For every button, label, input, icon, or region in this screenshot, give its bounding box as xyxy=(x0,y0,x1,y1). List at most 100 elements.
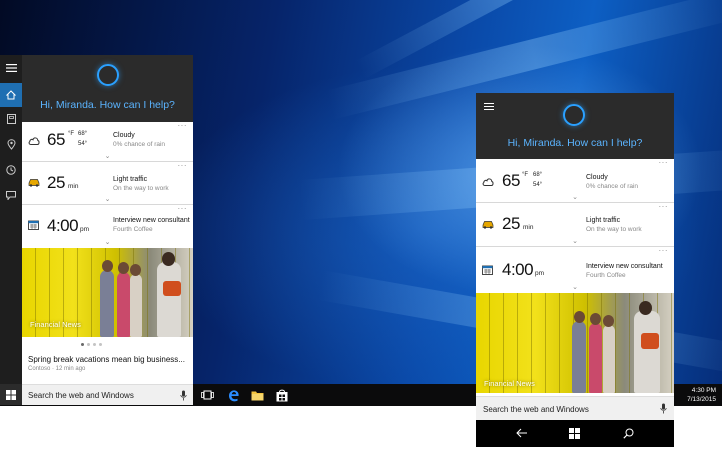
traffic-card[interactable]: ··· 25 min Light traffic On the way to w… xyxy=(476,203,674,247)
microphone-icon[interactable] xyxy=(180,390,187,401)
weather-card[interactable]: ··· 65 °F 68° 54° Cloudy 0% chance of ra… xyxy=(476,159,674,203)
calendar-icon xyxy=(28,220,39,230)
store-icon[interactable] xyxy=(275,388,289,402)
weather-detail: 0% chance of rain xyxy=(586,183,639,190)
microphone-icon[interactable] xyxy=(660,403,667,414)
search-box[interactable]: Search the web and Windows xyxy=(22,384,193,405)
chevron-down-icon[interactable]: ⌄ xyxy=(572,194,578,202)
pager-dot[interactable] xyxy=(87,343,90,346)
photo-person-head xyxy=(590,313,601,325)
more-options-icon[interactable]: ··· xyxy=(659,247,669,255)
cortana-nav-rail xyxy=(0,55,22,405)
search-icon[interactable] xyxy=(623,428,634,439)
photo-person xyxy=(572,321,586,393)
cortana-logo-icon[interactable] xyxy=(97,64,119,86)
meeting-title: Interview new consultant xyxy=(113,217,190,224)
phone-cortana-panel: Hi, Miranda. How can I help? ··· 65 °F 6… xyxy=(476,93,674,447)
phone-navigation-bar xyxy=(476,420,674,447)
traffic-title: Light traffic xyxy=(113,176,148,183)
desktop-cortana-panel: Hi, Miranda. How can I help? ··· 65 °F 6… xyxy=(22,55,193,405)
cortana-logo-icon[interactable] xyxy=(563,104,585,126)
traffic-title: Light traffic xyxy=(586,217,621,224)
windows-icon[interactable] xyxy=(569,428,580,439)
hamburger-icon[interactable] xyxy=(484,103,494,110)
pager-dot[interactable] xyxy=(81,343,84,346)
chevron-down-icon[interactable]: ⌄ xyxy=(105,239,111,247)
home-icon[interactable] xyxy=(0,83,22,107)
more-options-icon[interactable]: ··· xyxy=(659,203,669,211)
meeting-card[interactable]: ··· 4:00 pm Interview new consultant Fou… xyxy=(476,247,674,292)
meeting-time: 4:00 xyxy=(502,260,534,279)
more-options-icon[interactable]: ··· xyxy=(659,159,669,167)
meeting-card[interactable]: ··· 4:00 pm Interview new consultant Fou… xyxy=(22,205,193,247)
file-explorer-icon[interactable] xyxy=(250,388,264,402)
cortana-greeting: Hi, Miranda. How can I help? xyxy=(507,137,643,149)
search-box[interactable]: Search the web and Windows xyxy=(476,396,674,420)
cortana-header: Hi, Miranda. How can I help? xyxy=(22,55,193,122)
photo-person xyxy=(117,272,130,337)
more-options-icon[interactable]: ··· xyxy=(178,162,188,170)
cloud-icon xyxy=(482,178,494,186)
chevron-down-icon[interactable]: ⌄ xyxy=(105,153,111,161)
more-options-icon[interactable]: ··· xyxy=(178,122,188,130)
photo-person-head xyxy=(102,260,113,272)
pager-dot[interactable] xyxy=(99,343,102,346)
photo-person xyxy=(603,325,615,393)
search-input[interactable]: Search the web and Windows xyxy=(483,405,589,414)
photo-person-head xyxy=(162,252,175,266)
chevron-down-icon[interactable]: ⌄ xyxy=(105,196,111,204)
traffic-unit: min xyxy=(523,224,534,231)
photo-person xyxy=(634,311,660,393)
car-icon xyxy=(28,179,40,187)
photo-person xyxy=(589,323,602,393)
reminders-icon[interactable] xyxy=(0,159,22,181)
meeting-ampm: pm xyxy=(535,270,545,277)
more-options-icon[interactable]: ··· xyxy=(178,205,188,213)
clock-date: 7/13/2015 xyxy=(687,396,716,403)
traffic-minutes: 25 xyxy=(502,214,520,233)
pager-dot[interactable] xyxy=(93,343,96,346)
location-icon[interactable] xyxy=(0,133,22,155)
chevron-down-icon[interactable]: ⌄ xyxy=(572,238,578,246)
weather-low: 54° xyxy=(78,141,88,147)
weather-card[interactable]: ··· 65 °F 68° 54° Cloudy 0% chance of ra… xyxy=(22,122,193,162)
windows-start-icon[interactable] xyxy=(0,384,22,405)
photo-person-head xyxy=(603,315,614,327)
weather-high: 68° xyxy=(78,131,88,137)
meeting-detail: Fourth Coffee xyxy=(113,226,153,233)
meeting-ampm: pm xyxy=(80,226,90,233)
chevron-down-icon[interactable]: ⌄ xyxy=(572,284,578,292)
news-pager[interactable] xyxy=(81,343,102,346)
meeting-title: Interview new consultant xyxy=(586,263,663,270)
news-headline[interactable]: Spring break vacations mean big business… xyxy=(28,355,185,364)
car-icon xyxy=(482,221,494,229)
weather-condition: Cloudy xyxy=(113,132,135,139)
task-view-icon[interactable] xyxy=(200,388,214,402)
edge-icon[interactable] xyxy=(226,388,240,402)
news-photo[interactable]: Financial News xyxy=(476,293,674,393)
search-input[interactable]: Search the web and Windows xyxy=(28,391,134,400)
weather-unit: °F xyxy=(68,131,75,137)
photo-person xyxy=(157,262,181,337)
traffic-card[interactable]: ··· 25 min Light traffic On the way to w… xyxy=(22,162,193,205)
back-icon[interactable] xyxy=(516,428,528,438)
cortana-header: Hi, Miranda. How can I help? xyxy=(476,93,674,159)
meeting-detail: Fourth Coffee xyxy=(586,272,626,279)
taskbar-clock[interactable]: 4:30 PM 7/13/2015 xyxy=(687,386,716,404)
notebook-icon[interactable] xyxy=(0,108,22,130)
weather-detail: 0% chance of rain xyxy=(113,141,166,148)
photo-person-head xyxy=(574,311,585,323)
news-photo[interactable]: Financial News xyxy=(22,248,193,337)
feedback-icon[interactable] xyxy=(0,184,22,206)
weather-temp: 65 xyxy=(47,130,65,149)
news-category: Financial News xyxy=(30,320,81,329)
photo-person xyxy=(100,270,114,337)
weather-unit: °F xyxy=(522,172,529,178)
weather-low: 54° xyxy=(533,182,543,188)
hamburger-icon[interactable] xyxy=(0,57,22,79)
photo-person xyxy=(130,274,142,337)
weather-condition: Cloudy xyxy=(586,174,608,181)
meeting-time: 4:00 xyxy=(47,216,79,235)
weather-high: 68° xyxy=(533,172,543,178)
traffic-unit: min xyxy=(68,183,79,190)
